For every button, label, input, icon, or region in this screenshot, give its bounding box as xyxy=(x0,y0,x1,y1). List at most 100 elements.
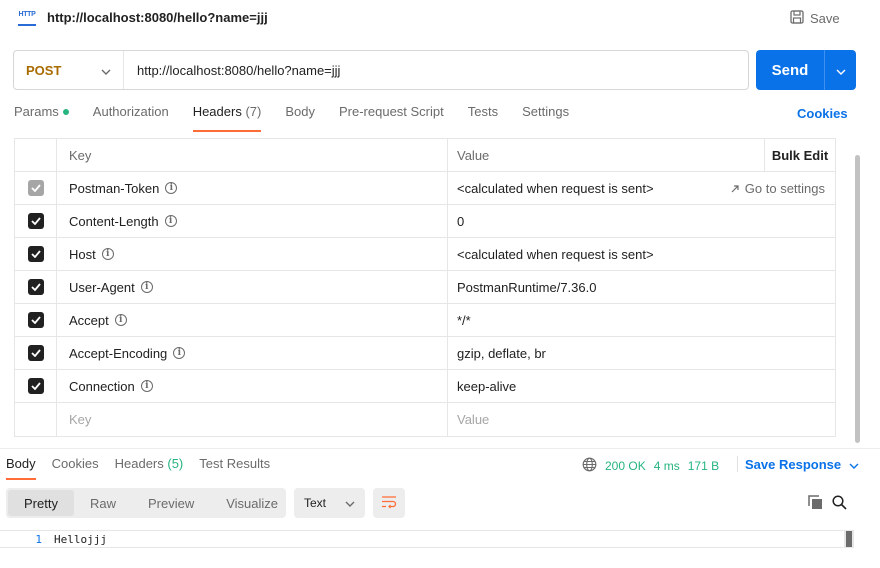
empty-check-cell xyxy=(15,403,57,436)
checkbox[interactable] xyxy=(27,213,44,229)
cookies-link[interactable]: Cookies xyxy=(797,106,848,121)
divider xyxy=(737,456,738,472)
save-icon xyxy=(790,9,804,27)
response-body-text[interactable]: Hellojjj xyxy=(50,533,107,546)
tab-authorization[interactable]: Authorization xyxy=(93,104,169,130)
status-dot-icon xyxy=(62,108,69,115)
header-value: keep-alive xyxy=(457,378,517,394)
header-key: Content-Length xyxy=(69,213,159,229)
url-input[interactable]: http://localhost:8080/hello?name=jjj xyxy=(124,63,340,78)
table-row: Content-Length i 0 xyxy=(15,205,835,238)
format-select[interactable]: Text xyxy=(294,488,365,518)
info-icon[interactable]: i xyxy=(101,248,114,260)
tab-prerequest-script[interactable]: Pre-request Script xyxy=(339,104,444,130)
line-number: 1 xyxy=(35,532,42,546)
tab-headers[interactable]: Headers (7) xyxy=(192,104,262,132)
globe-icon[interactable] xyxy=(582,457,597,475)
header-value: gzip, deflate, br xyxy=(457,345,546,361)
view-preview[interactable]: Preview xyxy=(132,490,210,516)
tab-params-label: Params xyxy=(14,104,59,119)
table-row: Connection i keep-alive xyxy=(15,370,835,403)
save-response-button[interactable]: Save Response xyxy=(745,457,859,472)
table-row: Accept i */* xyxy=(15,304,835,337)
save-button[interactable]: Save xyxy=(790,9,840,27)
http-request-icon: HTTP xyxy=(18,10,36,26)
header-value: */* xyxy=(457,312,471,328)
tab-headers-count: (7) xyxy=(245,104,262,119)
checkbox[interactable] xyxy=(27,246,44,262)
column-header-value: Value xyxy=(448,139,765,171)
copy-icon[interactable] xyxy=(808,495,823,513)
table-header-row: Key Value Bulk Edit xyxy=(15,139,835,172)
info-icon[interactable]: i xyxy=(140,281,153,293)
headers-table: Key Value Bulk Edit Postman-Token i <calc… xyxy=(14,138,836,437)
header-check-cell xyxy=(15,139,57,171)
info-icon[interactable]: i xyxy=(165,182,178,194)
view-mode-selector: Pretty Raw Preview Visualize xyxy=(6,488,286,518)
column-header-key: Key xyxy=(57,139,448,171)
send-options-button[interactable] xyxy=(824,50,856,90)
info-icon[interactable]: i xyxy=(173,347,186,359)
checkbox[interactable] xyxy=(27,279,44,295)
header-key: Connection xyxy=(69,378,135,394)
table-row: User-Agent i PostmanRuntime/7.36.0 xyxy=(15,271,835,304)
view-raw[interactable]: Raw xyxy=(74,490,132,516)
scrollbar[interactable] xyxy=(855,155,860,443)
view-pretty[interactable]: Pretty xyxy=(8,490,74,516)
checkbox[interactable] xyxy=(27,345,44,361)
response-status: 200 OK 4 ms 171 B xyxy=(582,457,719,475)
response-size[interactable]: 171 B xyxy=(688,459,719,473)
table-row: Host i <calculated when request is sent> xyxy=(15,238,835,271)
tab-params[interactable]: Params xyxy=(14,104,69,130)
tab-settings[interactable]: Settings xyxy=(522,104,569,130)
go-to-settings-link[interactable]: Go to settings xyxy=(731,181,825,196)
arrow-up-right-icon xyxy=(731,181,739,196)
response-body-editor[interactable]: 1 Hellojjj xyxy=(0,530,843,548)
header-key: Accept-Encoding xyxy=(69,345,168,361)
format-label: Text xyxy=(304,496,327,510)
tab-tests[interactable]: Tests xyxy=(468,104,498,130)
response-headers-count: (5) xyxy=(167,456,184,471)
search-icon[interactable] xyxy=(832,495,847,513)
info-icon[interactable]: i xyxy=(140,380,153,392)
checkbox-disabled xyxy=(27,180,44,196)
tab-body[interactable]: Body xyxy=(285,104,315,130)
response-tab-body[interactable]: Body xyxy=(6,456,36,480)
method-select[interactable]: POST xyxy=(14,51,124,89)
save-response-label: Save Response xyxy=(745,457,842,472)
header-value: PostmanRuntime/7.36.0 xyxy=(457,279,597,295)
bulk-edit-button[interactable]: Bulk Edit xyxy=(765,139,835,171)
status-code[interactable]: 200 OK xyxy=(605,459,646,473)
header-key: Postman-Token xyxy=(69,180,160,196)
response-tab-headers[interactable]: Headers (5) xyxy=(115,456,184,480)
response-divider xyxy=(0,448,880,449)
tab-headers-label: Headers xyxy=(192,104,242,119)
table-row: Postman-Token i <calculated when request … xyxy=(15,172,835,205)
table-row-new: Key Value xyxy=(15,403,835,436)
header-key: Host xyxy=(69,246,96,262)
response-time[interactable]: 4 ms xyxy=(654,459,680,473)
response-tab-cookies[interactable]: Cookies xyxy=(52,456,99,480)
request-title: http://localhost:8080/hello?name=jjj xyxy=(47,10,268,25)
wrap-lines-button[interactable] xyxy=(373,488,405,518)
new-value-input[interactable]: Value xyxy=(448,403,835,436)
chevron-down-icon xyxy=(345,496,355,510)
response-tab-headers-label: Headers xyxy=(114,456,164,471)
checkbox[interactable] xyxy=(27,312,44,328)
view-visualize[interactable]: Visualize xyxy=(210,490,294,516)
response-tab-test-results[interactable]: Test Results xyxy=(199,456,270,480)
go-to-settings-label: Go to settings xyxy=(744,180,825,196)
editor-scrollbar[interactable] xyxy=(846,531,852,547)
info-icon[interactable]: i xyxy=(114,314,127,326)
new-value-placeholder: Value xyxy=(457,412,490,427)
request-tabs: Params Authorization Headers (7) Body Pr… xyxy=(14,104,593,132)
method-label: POST xyxy=(26,62,62,78)
chevron-down-icon xyxy=(836,63,846,78)
new-key-input[interactable]: Key xyxy=(57,403,448,436)
send-button[interactable]: Send xyxy=(756,50,856,90)
save-label: Save xyxy=(810,10,840,26)
header-value: 0 xyxy=(457,213,465,229)
chevron-down-icon xyxy=(849,457,859,472)
checkbox[interactable] xyxy=(27,378,44,394)
info-icon[interactable]: i xyxy=(164,215,177,227)
